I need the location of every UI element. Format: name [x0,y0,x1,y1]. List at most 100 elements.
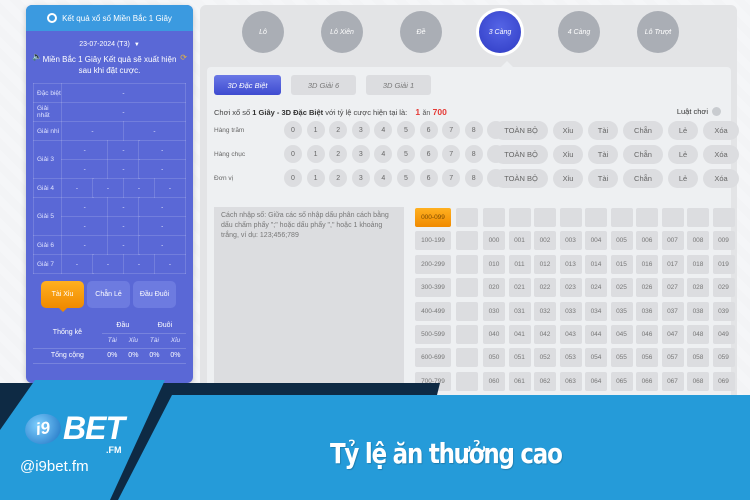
number-cell[interactable]: 032 [534,301,556,321]
number-cell[interactable]: 037 [661,301,684,321]
number-cell[interactable]: 015 [610,254,633,274]
number-cell[interactable]: 029 [712,278,735,298]
stat-tab-chan-le[interactable]: Chẵn Lẻ [87,281,130,308]
number-cell[interactable]: 011 [508,254,531,274]
digit-button[interactable]: 1 [306,121,325,139]
number-cell[interactable]: 052 [534,348,556,368]
number-cell[interactable]: 008 [687,231,709,251]
range-button[interactable]: 000-099 [415,208,451,227]
number-cell[interactable]: 056 [636,348,658,368]
number-cell[interactable]: 043 [559,324,582,344]
number-cell[interactable]: 027 [661,278,684,298]
digit-button[interactable]: 5 [396,145,415,163]
number-cell[interactable]: 031 [508,301,531,321]
number-cell[interactable]: 049 [712,324,735,344]
number-cell[interactable] [559,208,582,227]
number-cell[interactable]: 068 [687,371,709,391]
number-cell[interactable]: 063 [559,371,582,391]
digit-button[interactable]: 6 [419,121,438,139]
quick-select-button[interactable]: Tài [588,168,618,188]
row-select-cell[interactable] [456,371,478,391]
number-cell[interactable]: 028 [687,278,709,298]
digit-button[interactable]: 0 [284,145,302,163]
digit-button[interactable]: 4 [374,169,393,187]
game-type-lo-truot[interactable]: Lô Trượt [637,11,679,53]
quick-select-button[interactable]: Lẻ [668,168,698,188]
quick-select-button[interactable]: Lẻ [668,120,698,140]
number-cell[interactable] [610,208,633,227]
number-cell[interactable]: 002 [534,231,556,251]
range-button[interactable]: 100-199 [415,231,451,251]
number-cell[interactable] [508,208,531,227]
game-type-lo-xien[interactable]: Lô Xiên [321,11,363,53]
number-cell[interactable]: 038 [687,301,709,321]
digit-button[interactable]: 4 [374,145,393,163]
number-cell[interactable]: 061 [508,371,531,391]
number-cell[interactable]: 004 [585,231,607,251]
digit-button[interactable]: 3 [351,145,370,163]
number-input[interactable]: Cách nhập số: Giữa các số nhập dấu phân … [214,207,404,393]
number-cell[interactable]: 057 [661,348,684,368]
number-cell[interactable]: 060 [483,371,505,391]
stat-tab-dau-duoi[interactable]: Đầu Đuôi [133,281,176,308]
number-cell[interactable]: 034 [585,301,607,321]
quick-select-button[interactable]: Xỉu [553,168,583,188]
quick-select-button[interactable]: Tài [588,144,618,164]
number-cell[interactable] [687,208,709,227]
digit-button[interactable]: 4 [374,121,393,139]
range-button[interactable]: 300-399 [415,278,451,298]
number-cell[interactable]: 000 [483,231,505,251]
digit-button[interactable]: 7 [442,145,461,163]
row-select-cell[interactable] [456,324,478,344]
rules-link[interactable]: Luật chơi [677,107,721,116]
number-cell[interactable]: 007 [661,231,684,251]
sub-tab-3d-giai-1[interactable]: 3D Giải 1 [366,75,431,95]
quick-select-button[interactable]: Xóa [703,120,739,140]
quick-select-button[interactable]: TOÀN BỘ [494,144,548,164]
quick-select-button[interactable]: Xỉu [553,120,583,140]
digit-button[interactable]: 0 [284,169,302,187]
number-cell[interactable] [585,208,607,227]
number-cell[interactable]: 003 [559,231,582,251]
number-cell[interactable]: 062 [534,371,556,391]
digit-button[interactable]: 1 [306,145,325,163]
refresh-icon[interactable]: ⟳ [180,52,187,63]
game-type-4-cang[interactable]: 4 Càng [558,11,600,53]
number-cell[interactable]: 033 [559,301,582,321]
number-cell[interactable]: 065 [610,371,633,391]
quick-select-button[interactable]: Chẵn [623,168,663,188]
number-cell[interactable]: 005 [610,231,633,251]
date-selector[interactable]: 23-07-2024 (T3) ▼ [26,41,193,48]
number-cell[interactable]: 010 [483,254,505,274]
number-cell[interactable]: 045 [610,324,633,344]
number-cell[interactable]: 053 [559,348,582,368]
digit-button[interactable]: 8 [464,169,483,187]
digit-button[interactable]: 3 [351,121,370,139]
digit-button[interactable]: 5 [396,169,415,187]
digit-button[interactable]: 8 [464,121,483,139]
number-cell[interactable]: 041 [508,324,531,344]
number-cell[interactable]: 016 [636,254,658,274]
quick-select-button[interactable]: Lẻ [668,144,698,164]
digit-button[interactable]: 3 [351,169,370,187]
digit-button[interactable]: 2 [329,145,348,163]
number-cell[interactable]: 067 [661,371,684,391]
digit-button[interactable]: 0 [284,121,302,139]
number-cell[interactable]: 047 [661,324,684,344]
number-cell[interactable]: 044 [585,324,607,344]
number-cell[interactable]: 048 [687,324,709,344]
number-cell[interactable] [712,208,735,227]
number-cell[interactable]: 055 [610,348,633,368]
range-button[interactable]: 500-599 [415,324,451,344]
range-button[interactable]: 400-499 [415,301,451,321]
game-type-de[interactable]: Đề [400,11,442,53]
number-cell[interactable]: 017 [661,254,684,274]
number-cell[interactable]: 024 [585,278,607,298]
row-select-cell[interactable] [456,231,478,251]
digit-button[interactable]: 6 [419,169,438,187]
number-cell[interactable]: 014 [585,254,607,274]
number-cell[interactable]: 035 [610,301,633,321]
quick-select-button[interactable]: Tài [588,120,618,140]
number-cell[interactable]: 019 [712,254,735,274]
number-cell[interactable]: 009 [712,231,735,251]
